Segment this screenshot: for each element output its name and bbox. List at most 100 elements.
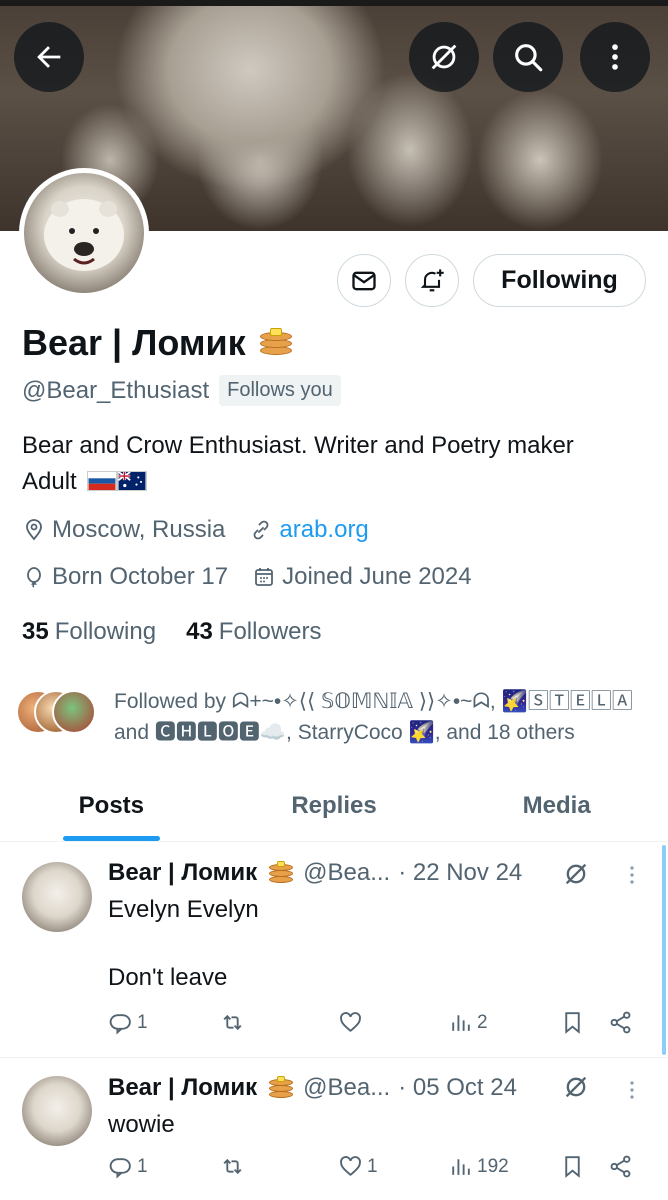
reply-icon	[109, 1014, 131, 1035]
bio-line-2-text: Adult	[22, 468, 77, 495]
following-count-link[interactable]: 35 Following	[22, 618, 156, 646]
back-button[interactable]	[14, 22, 84, 92]
share-icon	[610, 1155, 631, 1178]
share-button[interactable]	[608, 1010, 633, 1035]
followed-by-line-2: and 🅲🅷🅻🅾🅴☁️, StarryCoco 🌠, and 18 others	[114, 721, 575, 744]
reply-count: 1	[137, 1011, 148, 1033]
tweet-date[interactable]: · 05 Oct 24	[398, 1074, 517, 1102]
tweet-text-line: Evelyn Evelyn	[108, 896, 259, 923]
reply-icon	[109, 1158, 131, 1179]
more-vertical-icon[interactable]	[620, 1078, 644, 1102]
profile-avatar[interactable]	[19, 168, 149, 298]
retweet-button[interactable]	[220, 1154, 249, 1179]
tweet-avatar[interactable]	[22, 1076, 92, 1146]
bell-plus-icon	[420, 268, 444, 291]
views-count: 192	[477, 1155, 509, 1177]
tweet-author-handle[interactable]: @Bea...	[303, 859, 390, 887]
retweet-button[interactable]	[220, 1010, 249, 1035]
following-button[interactable]: Following	[473, 254, 646, 307]
more-button[interactable]	[580, 22, 650, 92]
tweet-text: wowie	[108, 1108, 175, 1142]
grok-icon[interactable]	[562, 1073, 590, 1101]
followed-by-line-1: Followed by ᗣ+~•✧⟨⟨ 𝕊𝕆𝕄ℕ𝕀𝔸 ⟩⟩✧•~ᗣ, 🌠🅂🅃🄴🄻…	[114, 690, 633, 713]
reply-button[interactable]: 1	[108, 1010, 148, 1035]
grok-icon	[431, 44, 457, 70]
tweet-author-name[interactable]: Bear | Ломик	[108, 1074, 257, 1102]
tweet-header: Bear | Ломик @Bea... · 05 Oct 24	[108, 1074, 517, 1102]
like-button[interactable]	[338, 1010, 367, 1035]
tweet-item[interactable]: Bear | Ломик @Bea... · 22 Nov 24 Evelyn …	[0, 845, 668, 1058]
tweet-author-name[interactable]: Bear | Ломик	[108, 859, 257, 887]
followed-by-text: Followed by ᗣ+~•✧⟨⟨ 𝕊𝕆𝕄ℕ𝕀𝔸 ⟩⟩✧•~ᗣ, 🌠🅂🅃🄴🄻…	[114, 686, 633, 748]
views-count: 2	[477, 1011, 488, 1033]
link-icon	[253, 520, 269, 540]
tab-replies[interactable]: Replies	[223, 770, 446, 841]
meta-row-dates: Born October 17 Joined June 2024	[22, 563, 472, 591]
tweet-text-line: wowie	[108, 1111, 175, 1138]
grok-icon[interactable]	[562, 860, 590, 888]
envelope-icon	[352, 271, 376, 290]
scrollbar[interactable]	[662, 845, 666, 1055]
following-count: 35	[22, 618, 49, 645]
search-button[interactable]	[493, 22, 563, 92]
pancake-icon	[265, 860, 295, 886]
followers-count: 43	[186, 618, 213, 645]
tweet-text: Evelyn Evelyn Don't leave	[108, 893, 259, 995]
pancake-icon	[265, 1075, 295, 1101]
tab-posts[interactable]: Posts	[0, 770, 223, 841]
followers-count-link[interactable]: 43 Followers	[186, 618, 321, 646]
tweet-actions: 1 1 192	[108, 1154, 638, 1190]
like-count: 1	[367, 1155, 378, 1177]
more-vertical-icon	[612, 44, 618, 70]
follower-avatar	[52, 690, 96, 734]
reply-button[interactable]: 1	[108, 1154, 148, 1179]
retweet-icon	[223, 1158, 242, 1175]
profile-name-text: Bear | Ломик	[22, 322, 246, 363]
notifications-button[interactable]	[405, 254, 459, 307]
tweet-item[interactable]: Bear | Ломик @Bea... · 05 Oct 24 wowie 1…	[0, 1058, 668, 1200]
views-icon	[452, 1015, 470, 1031]
more-vertical-icon[interactable]	[620, 863, 644, 887]
handle-row: @Bear_Ethusiast Follows you	[22, 375, 341, 406]
pancake-icon	[256, 326, 296, 360]
profile-tabs: Posts Replies Media	[0, 770, 668, 842]
follow-counts: 35 Following 43 Followers	[22, 618, 322, 646]
views-button[interactable]: 2	[448, 1010, 488, 1035]
status-strip	[0, 0, 668, 6]
bookmark-icon	[565, 1156, 580, 1178]
reply-count: 1	[137, 1155, 148, 1177]
location-text: Moscow, Russia	[52, 516, 226, 543]
tab-media[interactable]: Media	[445, 770, 668, 841]
arrow-left-icon	[37, 46, 61, 68]
share-button[interactable]	[608, 1154, 633, 1179]
profile-name: Bear | Ломик	[22, 322, 296, 364]
balloon-icon	[27, 567, 41, 588]
bookmark-icon	[565, 1012, 580, 1034]
message-button[interactable]	[337, 254, 391, 307]
bookmark-button[interactable]	[560, 1154, 585, 1179]
search-icon	[515, 44, 543, 72]
bookmark-button[interactable]	[560, 1010, 585, 1035]
follows-you-badge: Follows you	[219, 375, 341, 406]
heart-icon	[340, 1012, 361, 1033]
views-icon	[452, 1159, 470, 1175]
meta-row-location: Moscow, Russia arab.org	[22, 516, 369, 544]
tweet-author-handle[interactable]: @Bea...	[303, 1074, 390, 1102]
calendar-icon	[255, 568, 274, 586]
profile-handle: @Bear_Ethusiast	[22, 376, 210, 404]
born-text: Born October 17	[52, 563, 229, 590]
grok-button[interactable]	[409, 22, 479, 92]
tweet-header: Bear | Ломик @Bea... · 22 Nov 24	[108, 859, 522, 887]
location-pin-icon	[26, 519, 42, 541]
followed-by-row[interactable]: Followed by ᗣ+~•✧⟨⟨ 𝕊𝕆𝕄ℕ𝕀𝔸 ⟩⟩✧•~ᗣ, 🌠🅂🅃🄴🄻…	[16, 686, 656, 748]
website-link[interactable]: arab.org	[279, 516, 368, 544]
russia-flag-icon	[87, 471, 118, 491]
tweet-date[interactable]: · 22 Nov 24	[398, 859, 522, 887]
bio-line-2: Adult	[22, 464, 652, 500]
tweet-avatar[interactable]	[22, 862, 92, 932]
followed-by-avatars	[16, 690, 102, 738]
views-button[interactable]: 192	[448, 1154, 509, 1179]
share-icon	[610, 1011, 631, 1034]
like-button[interactable]: 1	[338, 1154, 378, 1179]
